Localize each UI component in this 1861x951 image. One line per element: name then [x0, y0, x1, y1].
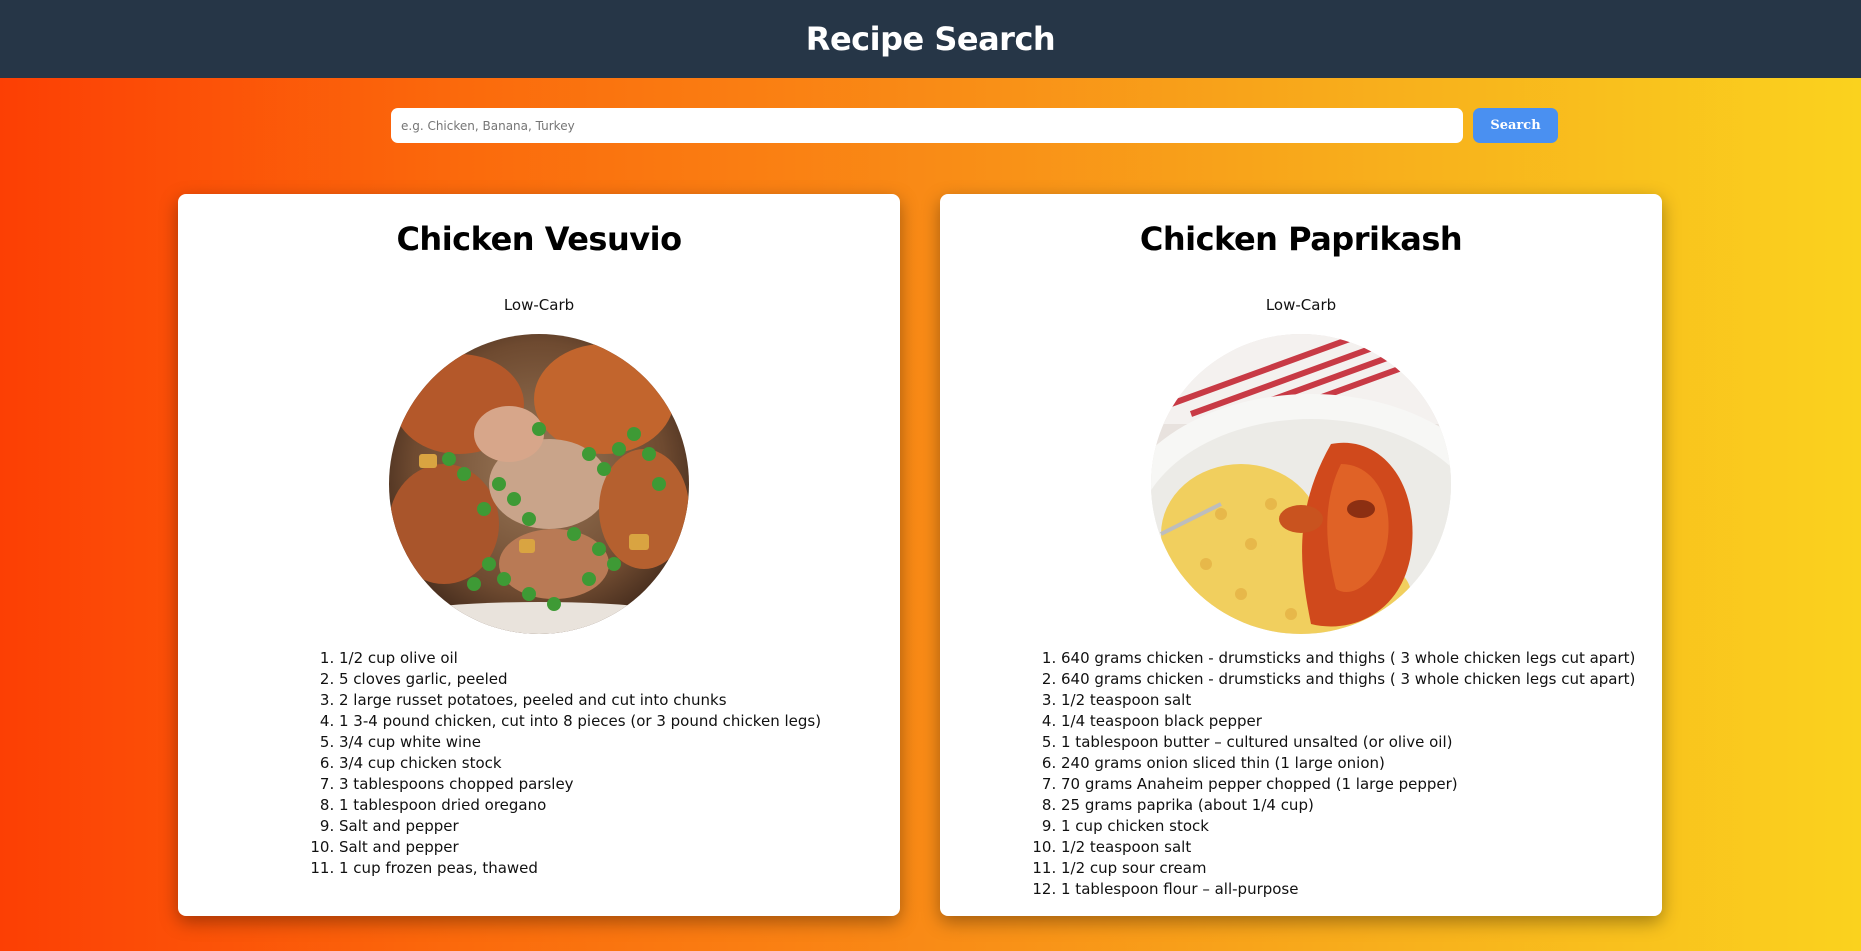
list-item: 2 large russet potatoes, peeled and cut …: [339, 690, 821, 711]
list-item: 1 cup chicken stock: [1061, 816, 1635, 837]
list-item: 70 grams Anaheim pepper chopped (1 large…: [1061, 774, 1635, 795]
list-item: 1 3-4 pound chicken, cut into 8 pieces (…: [339, 711, 821, 732]
recipe-image: [389, 334, 689, 634]
list-item: 3 tablespoons chopped parsley: [339, 774, 821, 795]
list-item: 1/4 teaspoon black pepper: [1061, 711, 1635, 732]
recipe-image: [1151, 334, 1451, 634]
recipe-title: Chicken Vesuvio: [396, 220, 682, 258]
list-item: 640 grams chicken - drumsticks and thigh…: [1061, 648, 1635, 669]
diet-label: Low-Carb: [503, 296, 575, 314]
search-input[interactable]: [391, 108, 1463, 143]
diet-label: Low-Carb: [1265, 296, 1337, 314]
list-item: 1/2 teaspoon salt: [1061, 690, 1635, 711]
list-item: 5 cloves garlic, peeled: [339, 669, 821, 690]
list-item: 1/2 cup olive oil: [339, 648, 821, 669]
list-item: 25 grams paprika (about 1/4 cup): [1061, 795, 1635, 816]
list-item: 1/2 cup sour cream: [1061, 858, 1635, 879]
list-item: 1 tablespoon flour – all-purpose: [1061, 879, 1635, 900]
ingredient-list: 1/2 cup olive oil 5 cloves garlic, peele…: [305, 648, 821, 879]
app-header: Recipe Search: [0, 0, 1861, 78]
recipe-card: Chicken Paprikash Low-Carb 1. 640 grams …: [940, 194, 1662, 916]
ingredient-list: 640 grams chicken - drumsticks and thigh…: [1027, 648, 1635, 900]
list-item: Salt and pepper: [339, 837, 821, 858]
search-bar: Search: [391, 108, 1558, 143]
chicken-paprikash-photo-icon: [1151, 334, 1451, 634]
search-button[interactable]: Search: [1473, 108, 1558, 143]
recipe-title: Chicken Paprikash: [1139, 220, 1463, 258]
recipe-card: Chicken Vesuvio Low-Carb 1. 1/2 cup oliv…: [178, 194, 900, 916]
page-title: Recipe Search: [805, 20, 1056, 58]
list-item: 1 cup frozen peas, thawed: [339, 858, 821, 879]
list-item: 3/4 cup chicken stock: [339, 753, 821, 774]
list-item: 1 tablespoon dried oregano: [339, 795, 821, 816]
list-item: Salt and pepper: [339, 816, 821, 837]
list-item: 3/4 cup white wine: [339, 732, 821, 753]
list-item: 1 tablespoon butter – cultured unsalted …: [1061, 732, 1635, 753]
list-item: 1/2 teaspoon salt: [1061, 837, 1635, 858]
list-item: 240 grams onion sliced thin (1 large oni…: [1061, 753, 1635, 774]
chicken-vesuvio-photo-icon: [389, 334, 689, 634]
list-item: 640 grams chicken - drumsticks and thigh…: [1061, 669, 1635, 690]
